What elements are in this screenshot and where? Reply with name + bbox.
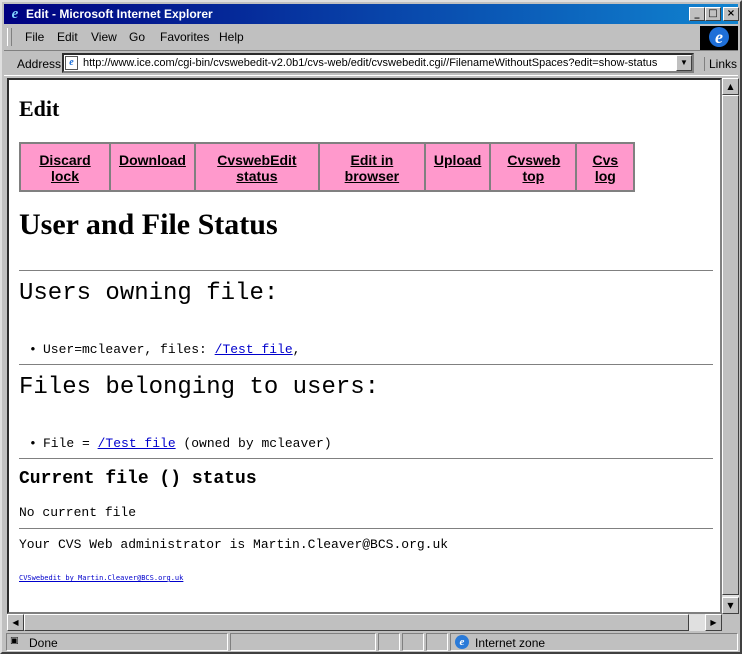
scroll-left-button[interactable]: ◀ [7,614,24,631]
status-panel [402,633,424,651]
scroll-up-button[interactable]: ▲ [722,78,739,95]
address-field[interactable]: e http://www.ice.com/cgi-bin/cvswebedit-… [62,53,694,73]
menu-file[interactable]: File [25,30,44,44]
footer-link[interactable]: CVSwebedit by Martin.Cleaver@BCS.org.uk [19,574,183,582]
nav-cell: Discard lock [20,143,110,191]
browser-window: e Edit - Microsoft Internet Explorer _ □… [0,0,742,654]
admin-text: Your CVS Web administrator is Martin.Cle… [19,537,449,552]
menu-bar: File Edit View Go Favorites Help [4,26,698,48]
discard-lock-link[interactable]: Discard lock [37,152,93,184]
divider [19,458,713,460]
menu-go[interactable]: Go [129,30,145,44]
horizontal-scroll-thumb[interactable] [24,614,689,631]
zone-text: Internet zone [475,636,546,650]
title-bar[interactable]: e Edit - Microsoft Internet Explorer _ □… [4,4,739,24]
vertical-scrollbar[interactable]: ▲ ▼ [722,78,739,614]
divider [19,364,713,366]
address-dropdown-button[interactable]: ▼ [676,55,692,71]
current-file-heading: Current file () status [19,469,257,489]
test-file-link[interactable]: /Test file [215,342,293,357]
ie-logo-icon: e [11,6,19,22]
cvs-log-link[interactable]: Cvs log [592,152,619,184]
status-text: Done [29,636,58,650]
address-bar: Address e http://www.ice.com/cgi-bin/cvs… [4,50,738,76]
test-file-link[interactable]: /Test file [98,436,176,451]
cvswebedit-status-link[interactable]: CvswebEdit status [215,152,299,184]
nav-cell: Cvsweb top [490,143,577,191]
scroll-corner [722,614,739,631]
list-item: • User=mcleaver, files: /Test file, [29,342,301,357]
globe-icon: e [455,635,469,649]
section-title: User and File Status [19,208,278,241]
minimize-button[interactable]: _ [689,7,705,21]
page-icon: e [65,56,78,70]
page-viewport: Edit Discard lock Download CvswebEdit st… [7,78,722,614]
nav-cell: Upload [424,143,491,191]
current-file-text: No current file [19,505,137,520]
page-heading: Edit [19,96,60,121]
close-button[interactable]: × [723,7,739,21]
nav-cell: Edit in browser [318,143,425,191]
nav-table: Discard lock Download CvswebEdit status … [19,142,636,192]
status-panel [426,633,448,651]
menu-edit[interactable]: Edit [57,30,78,44]
menu-favorites[interactable]: Favorites [160,30,209,44]
upload-link[interactable]: Upload [434,152,481,168]
status-panel [230,633,376,651]
menu-help[interactable]: Help [219,30,244,44]
scroll-right-button[interactable]: ▶ [705,614,722,631]
menu-view[interactable]: View [91,30,117,44]
cvsweb-top-link[interactable]: Cvsweb top [507,152,560,184]
download-link[interactable]: Download [119,152,186,168]
ie-logo-icon: e [709,27,729,47]
status-panel: ▣ Done [6,633,228,651]
list-item: • File = /Test file (owned by mcleaver) [29,436,332,451]
horizontal-scrollbar[interactable]: ◀ ▶ [7,614,722,631]
toolbar-grip[interactable] [7,28,12,46]
address-label: Address [17,57,62,71]
address-url[interactable]: http://www.ice.com/cgi-bin/cvswebedit-v2… [83,57,657,69]
edit-in-browser-link[interactable]: Edit in browser [340,152,404,184]
status-panel [378,633,400,651]
files-heading: Files belonging to users: [19,374,380,401]
maximize-button[interactable]: □ [705,7,721,21]
divider [19,270,713,272]
status-bar: ▣ Done e Internet zone [4,632,738,652]
nav-cell: Download [110,143,195,191]
scroll-down-button[interactable]: ▼ [722,597,739,614]
zone-panel: e Internet zone [450,633,738,651]
page-status-icon: ▣ [10,636,19,646]
nav-cell: Cvs log [576,143,635,191]
users-heading: Users owning file: [19,280,279,307]
links-button[interactable]: Links [704,57,737,71]
window-title: Edit - Microsoft Internet Explorer [26,7,213,21]
nav-cell: CvswebEdit status [194,143,319,191]
divider [19,528,713,530]
vertical-scroll-thumb[interactable] [722,95,739,595]
ie-throbber: e [700,26,738,50]
